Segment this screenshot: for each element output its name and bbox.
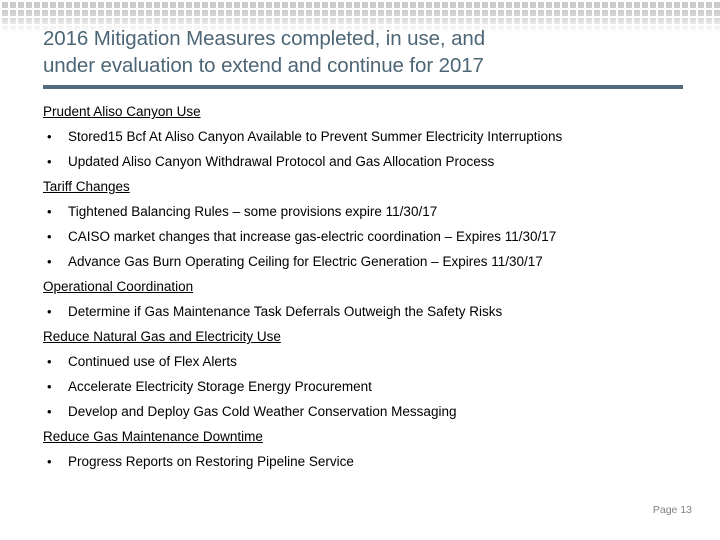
bullet-text: Accelerate Electricity Storage Energy Pr… [68, 379, 372, 394]
bullet-text: CAISO market changes that increase gas-e… [68, 229, 557, 244]
slide-body-content: Prudent Aliso Canyon Use • Stored15 Bcf At… [43, 99, 703, 474]
bullet-text: Progress Reports on Restoring Pipeline S… [68, 454, 354, 469]
bullet-point-icon: • [47, 404, 52, 419]
bullet-point-icon: • [47, 154, 52, 169]
page-number: Page 13 [652, 504, 692, 516]
bullet-text: Updated Aliso Canyon Withdrawal Protocol… [68, 154, 495, 169]
bullet-text: Develop and Deploy Gas Cold Weather Cons… [68, 404, 457, 419]
bullet-row: • Stored15 Bcf At Aliso Canyon Available … [43, 124, 703, 149]
slide-title: 2016 Mitigation Measures completed, in u… [43, 25, 663, 79]
bullet-point-icon: • [47, 354, 52, 369]
bullet-row: • Progress Reports on Restoring Pipeline … [43, 449, 703, 474]
bullet-point-icon: • [47, 304, 52, 319]
bullet-row: • CAISO market changes that increase gas-… [43, 224, 703, 249]
bullet-point-icon: • [47, 229, 52, 244]
section-heading-row: Operational Coordination [43, 274, 703, 299]
bullet-point-icon: • [47, 379, 52, 394]
section-heading: Operational Coordination [43, 279, 194, 294]
bullet-point-icon: • [47, 129, 52, 144]
bullet-point-icon: • [47, 254, 52, 269]
bullet-row: • Accelerate Electricity Storage Energy P… [43, 374, 703, 399]
section-heading: Tariff Changes [43, 179, 130, 194]
bullet-text: Stored15 Bcf At Aliso Canyon Available t… [68, 129, 563, 144]
bullet-point-icon: • [47, 454, 52, 469]
bullet-text: Tightened Balancing Rules – some provisi… [68, 204, 438, 219]
bullet-row: • Determine if Gas Maintenance Task Defer… [43, 299, 703, 324]
bullet-row: • Tightened Balancing Rules – some provis… [43, 199, 703, 224]
slide-title-line-2: under evaluation to extend and continue … [43, 54, 484, 77]
bullet-text: Determine if Gas Maintenance Task Deferr… [68, 304, 503, 319]
section-heading-row: Reduce Natural Gas and Electricity Use [43, 324, 703, 349]
bullet-text: Advance Gas Burn Operating Ceiling for E… [68, 254, 543, 269]
bullet-row: • Develop and Deploy Gas Cold Weather Con… [43, 399, 703, 424]
bullet-row: • Advance Gas Burn Operating Ceiling for … [43, 249, 703, 274]
bullet-text: Continued use of Flex Alerts [68, 354, 237, 369]
bullet-row: • Updated Aliso Canyon Withdrawal Protoco… [43, 149, 703, 174]
section-heading: Prudent Aliso Canyon Use [43, 104, 201, 119]
slide-title-line-1: 2016 Mitigation Measures completed, in u… [43, 27, 486, 50]
section-heading: Reduce Gas Maintenance Downtime [43, 429, 263, 444]
title-divider-rule [43, 85, 683, 89]
bullet-point-icon: • [47, 204, 52, 219]
section-heading-row: Reduce Gas Maintenance Downtime [43, 424, 703, 449]
bullet-row: • Continued use of Flex Alerts [43, 349, 703, 374]
section-heading-row: Prudent Aliso Canyon Use [43, 99, 703, 124]
section-heading: Reduce Natural Gas and Electricity Use [43, 329, 281, 344]
section-heading-row: Tariff Changes [43, 174, 703, 199]
